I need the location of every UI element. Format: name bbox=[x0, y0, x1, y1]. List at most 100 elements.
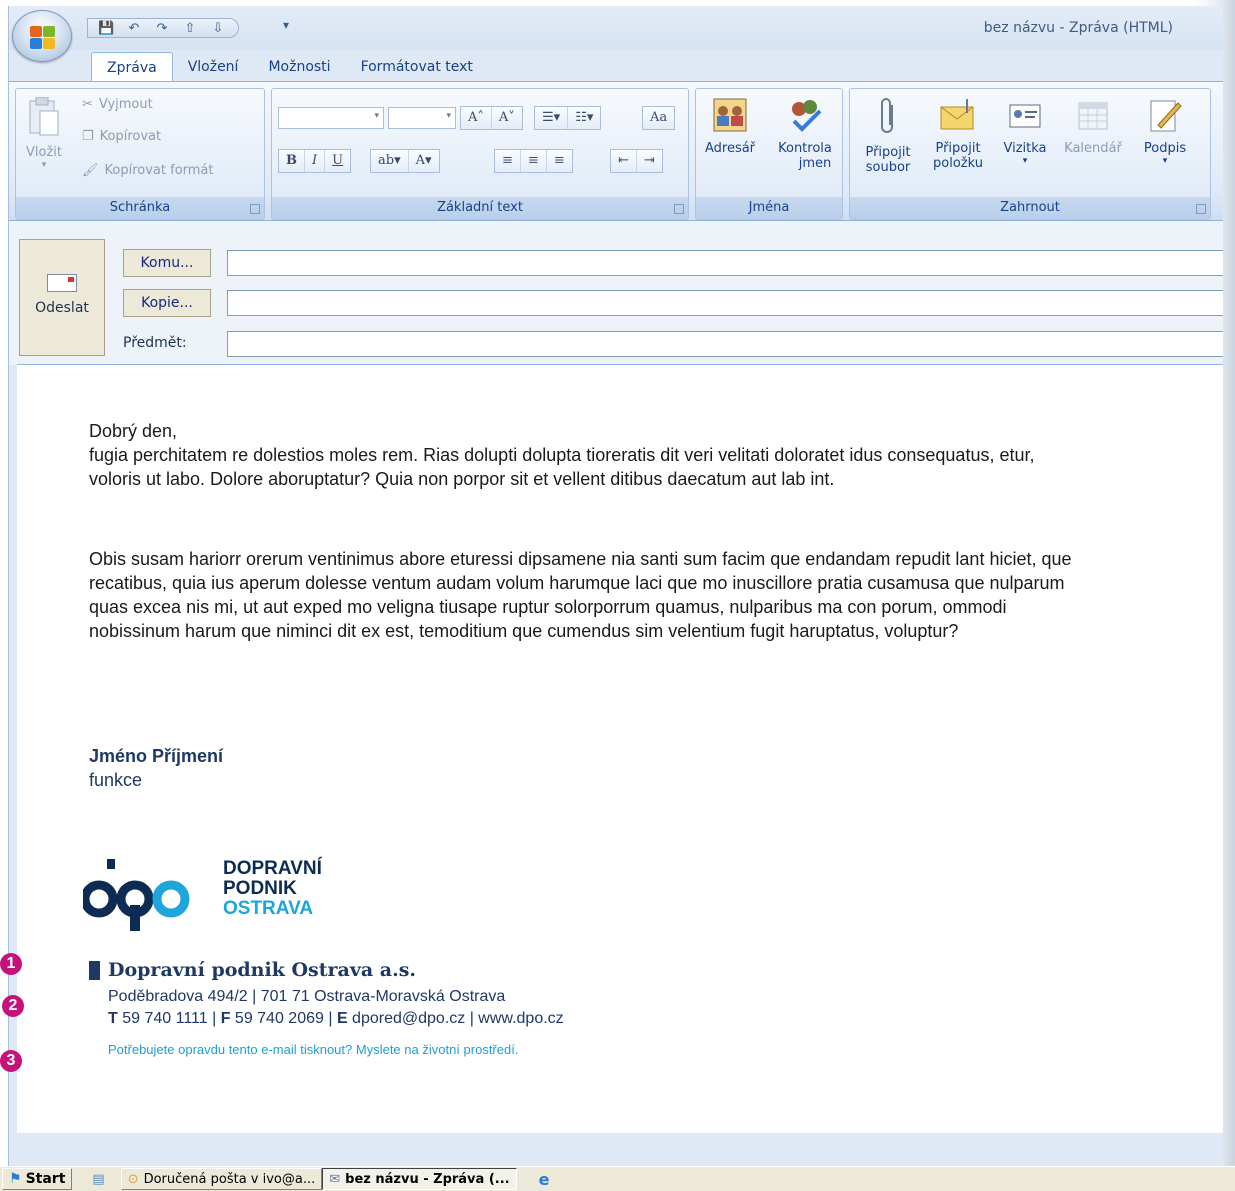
copy-icon: ❐ bbox=[82, 129, 94, 144]
email-value: dpored@dpo.cz | www.dpo.cz bbox=[347, 1010, 564, 1027]
bold-button[interactable]: B bbox=[279, 150, 305, 172]
message-header: Odeslat Komu... Kopie... Předmět: bbox=[9, 221, 1223, 365]
font-color-icon[interactable]: A▾ bbox=[409, 150, 439, 172]
company-bar bbox=[89, 960, 100, 980]
tab-insert[interactable]: Vložení bbox=[173, 52, 254, 82]
customize-qat-icon[interactable]: ▾ bbox=[283, 18, 289, 32]
font-name-select[interactable]: ▾ bbox=[278, 107, 384, 129]
address-book-label: Adresář bbox=[704, 141, 756, 156]
subject-field[interactable] bbox=[227, 331, 1223, 357]
send-label: Odeslat bbox=[35, 300, 89, 316]
company-contacts: T 59 740 1111 | F 59 740 2069 | E dpored… bbox=[108, 1010, 564, 1028]
start-button[interactable]: ⚑ Start bbox=[2, 1168, 73, 1190]
increase-indent-icon[interactable]: ⇥ bbox=[637, 150, 662, 172]
to-field[interactable] bbox=[227, 250, 1223, 276]
office-logo-icon bbox=[30, 26, 56, 50]
internet-explorer-icon[interactable]: e bbox=[539, 1170, 550, 1189]
taskbar-inbox[interactable]: ⊙ Doručená pošta v ivo@a... bbox=[120, 1168, 323, 1190]
shrink-font-icon[interactable]: A˅ bbox=[492, 107, 522, 129]
numbering-icon[interactable]: ☷▾ bbox=[568, 107, 600, 129]
styles-icon[interactable]: Aa bbox=[643, 107, 674, 129]
attach-item-button[interactable]: Připojit položku bbox=[924, 97, 992, 171]
clipboard-launcher-icon[interactable] bbox=[250, 204, 260, 214]
copy-button[interactable]: ❐ Kopírovat bbox=[82, 129, 161, 144]
undo-icon[interactable]: ↶ bbox=[126, 21, 142, 36]
paragraph-2: Obis susam hariorr orerum ventinimus abo… bbox=[89, 549, 1072, 641]
tab-format-text[interactable]: Formátovat text bbox=[346, 52, 488, 82]
company-address: Poděbradova 494/2 | 701 71 Ostrava-Morav… bbox=[108, 988, 506, 1005]
office-button[interactable] bbox=[12, 10, 72, 62]
save-icon[interactable]: 💾 bbox=[98, 21, 114, 36]
basic-text-group-label: Základní text bbox=[272, 197, 688, 219]
align-left-icon[interactable]: ≡ bbox=[495, 150, 521, 172]
to-button[interactable]: Komu... bbox=[123, 249, 211, 277]
format-painter-label: Kopírovat formát bbox=[104, 163, 214, 178]
italic-button[interactable]: I bbox=[305, 150, 326, 172]
show-desktop-icon[interactable]: ▤ bbox=[92, 1172, 104, 1187]
taskbar: ⚑ Start ▤ ⊙ Doručená pošta v ivo@a... ✉ … bbox=[0, 1166, 1235, 1191]
paste-button[interactable]: Vložit ▾ bbox=[22, 96, 66, 170]
attach-file-button[interactable]: Připojit soubor bbox=[854, 97, 922, 175]
cc-button[interactable]: Kopie... bbox=[123, 289, 211, 317]
bullets-icon[interactable]: ☰▾ bbox=[535, 107, 569, 129]
address-book-button[interactable]: Adresář bbox=[698, 97, 762, 156]
highlight-icon[interactable]: ab▾ bbox=[371, 150, 409, 172]
inbox-icon: ⊙ bbox=[127, 1171, 139, 1187]
include-launcher-icon[interactable] bbox=[1196, 204, 1206, 214]
cut-button[interactable]: ✂ Vyjmout bbox=[82, 97, 153, 112]
down-icon[interactable]: ⇩ bbox=[210, 21, 226, 36]
marker-3: 3 bbox=[0, 1050, 22, 1072]
check-names-icon bbox=[792, 100, 822, 132]
align-right-icon[interactable]: ≡ bbox=[547, 150, 572, 172]
signature-button[interactable]: Podpis ▾ bbox=[1134, 97, 1196, 166]
business-card-icon bbox=[1009, 104, 1041, 128]
names-group-label: Jména bbox=[696, 197, 842, 219]
grow-font-icon[interactable]: A˄ bbox=[461, 107, 492, 129]
logo-line-2: PODNIK bbox=[223, 878, 297, 899]
signature-name: Jméno Příjmení bbox=[89, 746, 224, 766]
basic-text-launcher-icon[interactable] bbox=[674, 204, 684, 214]
redo-icon[interactable]: ↷ bbox=[154, 21, 170, 36]
alignment-group: ≡ ≡ ≡ bbox=[494, 149, 573, 173]
signature-label: Podpis bbox=[1143, 141, 1187, 156]
calendar-button[interactable]: Kalendář bbox=[1056, 97, 1130, 156]
up-icon[interactable]: ⇧ bbox=[182, 21, 198, 36]
group-names: Adresář Kontrola jmen Jména bbox=[695, 88, 843, 220]
window-title: bez názvu - Zpráva (HTML) bbox=[983, 20, 1173, 36]
format-painter-button[interactable]: 🖌 Kopírovat formát bbox=[82, 163, 214, 178]
tab-message[interactable]: Zpráva bbox=[91, 52, 173, 82]
font-size-select[interactable]: ▾ bbox=[388, 107, 456, 129]
underline-button[interactable]: U bbox=[325, 150, 350, 172]
marker-2: 2 bbox=[2, 995, 24, 1017]
outlook-message-window: 💾 ↶ ↷ ⇧ ⇩ ▾ bez názvu - Zpráva (HTML) Zp… bbox=[8, 6, 1223, 1166]
message-body[interactable]: Dobrý den, fugia perchitatem re dolestio… bbox=[17, 364, 1223, 1133]
company-heading: Dopravní podnik Ostrava a.s. bbox=[89, 959, 416, 981]
paperclip-icon bbox=[881, 98, 893, 133]
check-names-button[interactable]: Kontrola jmen bbox=[770, 97, 840, 171]
font-grow-shrink-group: A˄ A˅ bbox=[460, 106, 523, 130]
brush-icon: 🖌 bbox=[82, 163, 99, 178]
subject-label: Předmět: bbox=[123, 335, 187, 351]
taskbar-message[interactable]: ✉ bez názvu - Zpráva (... bbox=[322, 1168, 517, 1190]
decrease-indent-icon[interactable]: ⇤ bbox=[611, 150, 637, 172]
logo-line-1: DOPRAVNÍ bbox=[223, 858, 322, 879]
quick-access-toolbar: 💾 ↶ ↷ ⇧ ⇩ bbox=[87, 18, 239, 38]
phone-label: T bbox=[108, 1010, 118, 1027]
company-name: Dopravní podnik Ostrava a.s. bbox=[108, 959, 417, 981]
send-button[interactable]: Odeslat bbox=[19, 239, 105, 356]
envelope-icon bbox=[940, 99, 974, 130]
fax-label: F bbox=[220, 1010, 231, 1027]
indent-group: ⇤ ⇥ bbox=[610, 149, 663, 173]
address-book-icon bbox=[713, 98, 747, 132]
align-center-icon[interactable]: ≡ bbox=[521, 150, 547, 172]
calendar-label: Kalendář bbox=[1064, 141, 1122, 156]
signature-role: funkce bbox=[89, 770, 143, 790]
tab-options[interactable]: Možnosti bbox=[253, 52, 345, 82]
clipboard-group-label: Schránka bbox=[16, 197, 264, 219]
styles-group: Aa bbox=[642, 106, 676, 130]
check-names-label-1: Kontrola bbox=[778, 141, 832, 156]
business-card-button[interactable]: Vizitka ▾ bbox=[996, 97, 1054, 166]
cc-field[interactable] bbox=[227, 290, 1223, 316]
group-basic-text: ▾ ▾ A˄ A˅ ☰▾ ☷▾ Aa B I U ab▾ A▾ ≡ ≡ ≡ ⇤ … bbox=[271, 88, 689, 220]
ribbon: Vložit ▾ ✂ Vyjmout ❐ Kopírovat 🖌 Kopírov… bbox=[9, 81, 1223, 221]
